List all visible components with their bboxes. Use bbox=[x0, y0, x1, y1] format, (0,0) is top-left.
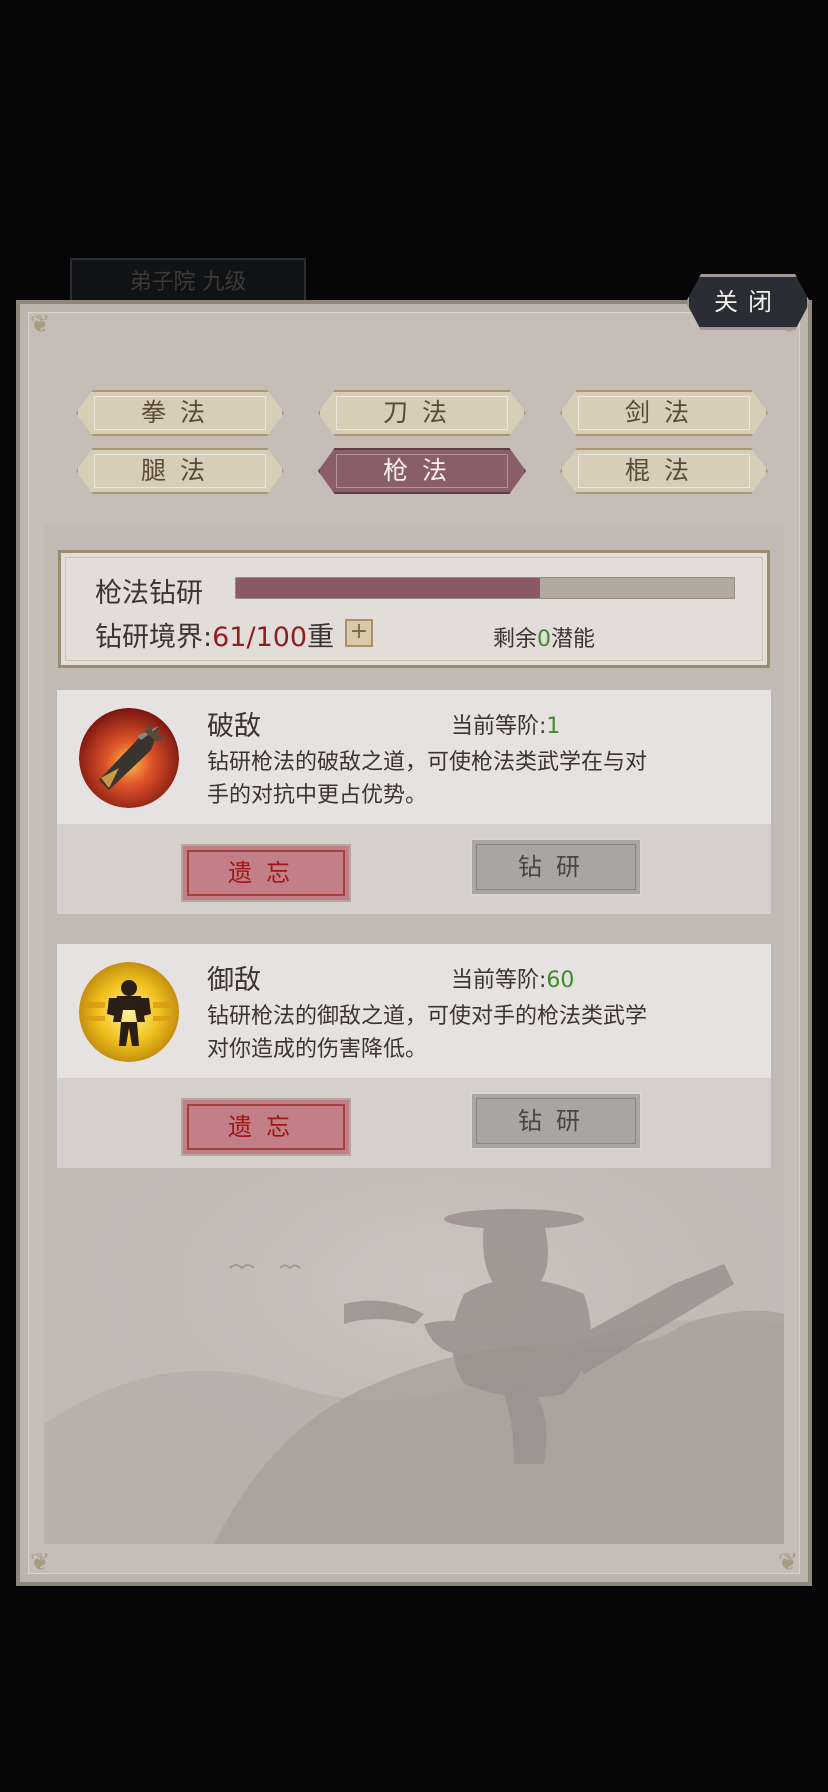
forget-button-label: 遗忘 bbox=[228, 859, 304, 887]
study-button-label: 钻研 bbox=[518, 853, 594, 881]
tab-label: 拳法 bbox=[140, 398, 219, 427]
research-title: 枪法钻研 bbox=[95, 578, 203, 609]
corner-ornament-icon: ❦ bbox=[29, 1548, 51, 1576]
skill-actions bbox=[57, 824, 771, 914]
skill-description-line: 钻研枪法的御敌之道，可使对手的枪法类武学 bbox=[207, 1004, 648, 1029]
skill-level-value: 60 bbox=[546, 968, 575, 993]
spear-strike-icon bbox=[79, 708, 179, 808]
tab-spear[interactable]: 枪法 bbox=[318, 448, 526, 494]
study-button[interactable]: 钻研 bbox=[470, 838, 642, 896]
tab-label: 枪法 bbox=[382, 456, 461, 485]
remain-prefix: 剩余 bbox=[493, 627, 538, 652]
realm-label: 钻研境界: bbox=[95, 622, 213, 653]
skill-description: 钻研枪法的御敌之道，可使对手的枪法类武学 对你造成的伤害降低。 bbox=[207, 1000, 707, 1066]
skill-name: 破敌 bbox=[207, 711, 261, 742]
tab-fist[interactable]: 拳法 bbox=[76, 390, 284, 436]
forget-button-label: 遗忘 bbox=[228, 1113, 304, 1141]
tab-label: 剑法 bbox=[624, 398, 703, 427]
skill-level-value: 1 bbox=[546, 714, 561, 739]
skill-level-label: 当前等阶: bbox=[451, 968, 547, 993]
skill-description-line: 手的对抗中更占优势。 bbox=[207, 783, 428, 808]
forget-button[interactable]: 遗忘 bbox=[181, 844, 351, 902]
tab-staff[interactable]: 棍法 bbox=[560, 448, 768, 494]
skill-card: 御敌 当前等阶:60 钻研枪法的御敌之道，可使对手的枪法类武学 对你造成的伤害降… bbox=[57, 944, 771, 1168]
close-button[interactable]: 关闭 bbox=[686, 274, 810, 330]
plus-icon: + bbox=[349, 619, 369, 644]
game-screen: 弟子院 九级 ❦ ❦ ❦ ❦ 关闭 拳法 刀法 剑法 腿法 枪法 棍法 bbox=[0, 0, 828, 1792]
research-realm: 钻研境界:61/100重 bbox=[95, 615, 334, 654]
add-realm-button[interactable]: + bbox=[345, 619, 373, 647]
tab-leg[interactable]: 腿法 bbox=[76, 448, 284, 494]
skill-card: 破敌 当前等阶:1 钻研枪法的破敌之道，可使枪法类武学在与对 手的对抗中更占优势… bbox=[57, 690, 771, 914]
study-button[interactable]: 钻研 bbox=[470, 1092, 642, 1150]
study-button-label: 钻研 bbox=[518, 1107, 594, 1135]
skill-description-line: 钻研枪法的破敌之道，可使枪法类武学在与对 bbox=[207, 750, 648, 775]
research-progress-fill bbox=[236, 578, 540, 598]
tab-label: 腿法 bbox=[140, 456, 219, 485]
tab-label: 刀法 bbox=[382, 398, 461, 427]
forget-button[interactable]: 遗忘 bbox=[181, 1098, 351, 1156]
research-progress-bar bbox=[235, 577, 735, 599]
realm-suffix: 重 bbox=[307, 622, 335, 653]
skill-info: 御敌 当前等阶:60 钻研枪法的御敌之道，可使对手的枪法类武学 对你造成的伤害降… bbox=[57, 944, 771, 1078]
skill-level: 当前等阶:60 bbox=[451, 962, 574, 994]
corner-ornament-icon: ❦ bbox=[29, 310, 51, 338]
skill-description: 钻研枪法的破敌之道，可使枪法类武学在与对 手的对抗中更占优势。 bbox=[207, 746, 707, 812]
tab-label: 棍法 bbox=[624, 456, 703, 485]
research-progress-panel: 枪法钻研 钻研境界:61/100重 + 剩余0潜能 bbox=[58, 550, 770, 668]
skill-level: 当前等阶:1 bbox=[451, 708, 560, 740]
remain-value: 0 bbox=[537, 627, 552, 652]
background-tag: 弟子院 九级 bbox=[70, 258, 306, 304]
remain-suffix: 潜能 bbox=[551, 627, 596, 652]
skill-level-label: 当前等阶: bbox=[451, 714, 547, 739]
remaining-potential: 剩余0潜能 bbox=[493, 621, 595, 653]
tab-sword[interactable]: 剑法 bbox=[560, 390, 768, 436]
tab-blade[interactable]: 刀法 bbox=[318, 390, 526, 436]
close-button-label: 关闭 bbox=[714, 288, 782, 316]
realm-value: 61/100 bbox=[212, 622, 308, 653]
skill-description-line: 对你造成的伤害降低。 bbox=[207, 1037, 428, 1062]
corner-ornament-icon: ❦ bbox=[777, 1548, 799, 1576]
guard-warrior-icon bbox=[79, 962, 179, 1062]
skill-info: 破敌 当前等阶:1 钻研枪法的破敌之道，可使枪法类武学在与对 手的对抗中更占优势… bbox=[57, 690, 771, 824]
skill-actions bbox=[57, 1078, 771, 1168]
background-title bbox=[200, 170, 660, 210]
skill-name: 御敌 bbox=[207, 965, 261, 996]
